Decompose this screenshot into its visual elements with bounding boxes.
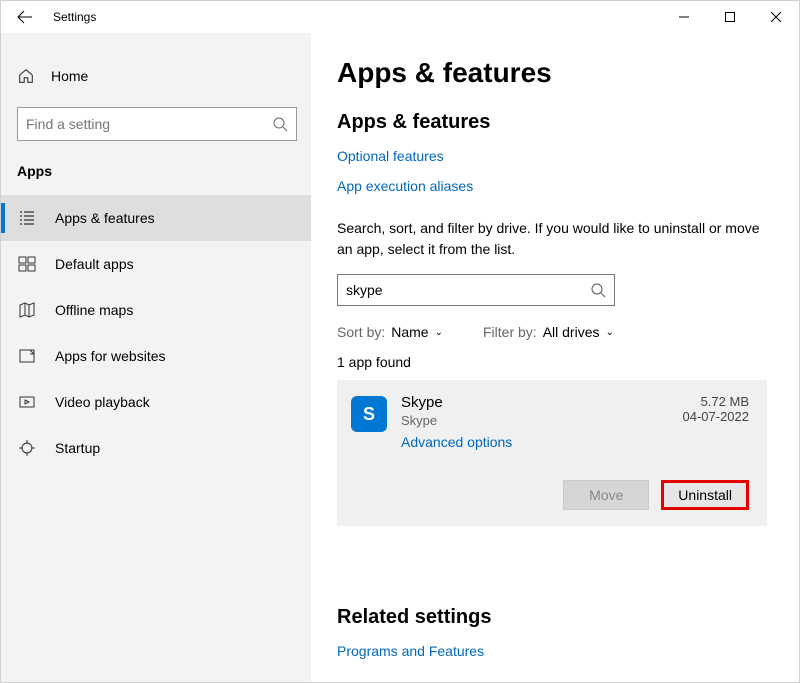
default-apps-icon	[17, 254, 37, 274]
search-icon	[272, 116, 288, 132]
settings-window: Settings Home Apps Apps & features	[0, 0, 800, 683]
sidebar-nav: Apps & features Default apps Offline map…	[1, 195, 311, 471]
uninstall-button[interactable]: Uninstall	[661, 480, 749, 510]
advanced-options-link[interactable]: Advanced options	[401, 434, 512, 450]
maximize-button[interactable]	[707, 1, 753, 33]
arrow-left-icon	[17, 9, 33, 25]
app-execution-aliases-link[interactable]: App execution aliases	[337, 178, 769, 194]
filter-label: Filter by:	[483, 324, 537, 340]
result-count: 1 app found	[337, 354, 769, 370]
sidebar: Home Apps Apps & features Default apps O	[1, 33, 311, 682]
section-description: Search, sort, and filter by drive. If yo…	[337, 218, 769, 260]
sidebar-category: Apps	[1, 141, 311, 185]
skype-app-icon: S	[351, 396, 387, 432]
sidebar-item-startup[interactable]: Startup	[1, 425, 311, 471]
main-content[interactable]: Apps & features Apps & features Optional…	[311, 33, 799, 682]
programs-features-link[interactable]: Programs and Features	[337, 643, 769, 659]
move-button: Move	[563, 480, 649, 510]
sidebar-item-label: Video playback	[55, 394, 150, 410]
apps-websites-icon	[17, 346, 37, 366]
sidebar-item-offline-maps[interactable]: Offline maps	[1, 287, 311, 333]
sidebar-item-label: Default apps	[55, 256, 134, 272]
video-playback-icon	[17, 392, 37, 412]
page-title: Apps & features	[337, 57, 769, 89]
sort-label: Sort by:	[337, 324, 385, 340]
optional-features-link[interactable]: Optional features	[337, 148, 769, 164]
close-button[interactable]	[753, 1, 799, 33]
sidebar-item-apps-features[interactable]: Apps & features	[1, 195, 311, 241]
app-name: Skype	[401, 394, 683, 411]
sidebar-item-apps-websites[interactable]: Apps for websites	[1, 333, 311, 379]
app-search-input[interactable]	[346, 282, 590, 298]
window-title: Settings	[49, 10, 96, 24]
sidebar-item-video-playback[interactable]: Video playback	[1, 379, 311, 425]
home-nav[interactable]: Home	[1, 55, 311, 97]
filter-value: All drives	[543, 324, 600, 340]
minimize-button[interactable]	[661, 1, 707, 33]
sidebar-item-label: Apps for websites	[55, 348, 166, 364]
app-date: 04-07-2022	[683, 409, 750, 424]
sidebar-item-label: Startup	[55, 440, 100, 456]
sort-filter-row: Sort by: Name ⌄ Filter by: All drives ⌄	[337, 324, 769, 340]
apps-features-icon	[17, 208, 37, 228]
app-search-box[interactable]	[337, 274, 615, 306]
sort-by-dropdown[interactable]: Sort by: Name ⌄	[337, 324, 443, 340]
section-title: Apps & features	[337, 111, 769, 134]
app-card-skype[interactable]: S Skype Skype Advanced options 5.72 MB 0…	[337, 380, 767, 526]
sidebar-item-label: Apps & features	[55, 210, 155, 226]
offline-maps-icon	[17, 300, 37, 320]
search-icon	[590, 282, 606, 298]
app-size: 5.72 MB	[683, 394, 750, 409]
startup-icon	[17, 438, 37, 458]
find-setting-input[interactable]	[26, 116, 272, 132]
window-controls	[661, 1, 799, 33]
home-label: Home	[51, 68, 88, 84]
app-publisher: Skype	[401, 413, 683, 428]
sort-value: Name	[391, 324, 428, 340]
sidebar-item-label: Offline maps	[55, 302, 133, 318]
filter-by-dropdown[interactable]: Filter by: All drives ⌄	[483, 324, 614, 340]
sidebar-item-default-apps[interactable]: Default apps	[1, 241, 311, 287]
find-setting-search[interactable]	[17, 107, 297, 141]
related-settings-heading: Related settings	[337, 606, 769, 629]
titlebar: Settings	[1, 1, 799, 33]
back-button[interactable]	[1, 1, 49, 33]
home-icon	[17, 67, 35, 85]
chevron-down-icon: ⌄	[435, 327, 443, 338]
chevron-down-icon: ⌄	[605, 327, 613, 338]
